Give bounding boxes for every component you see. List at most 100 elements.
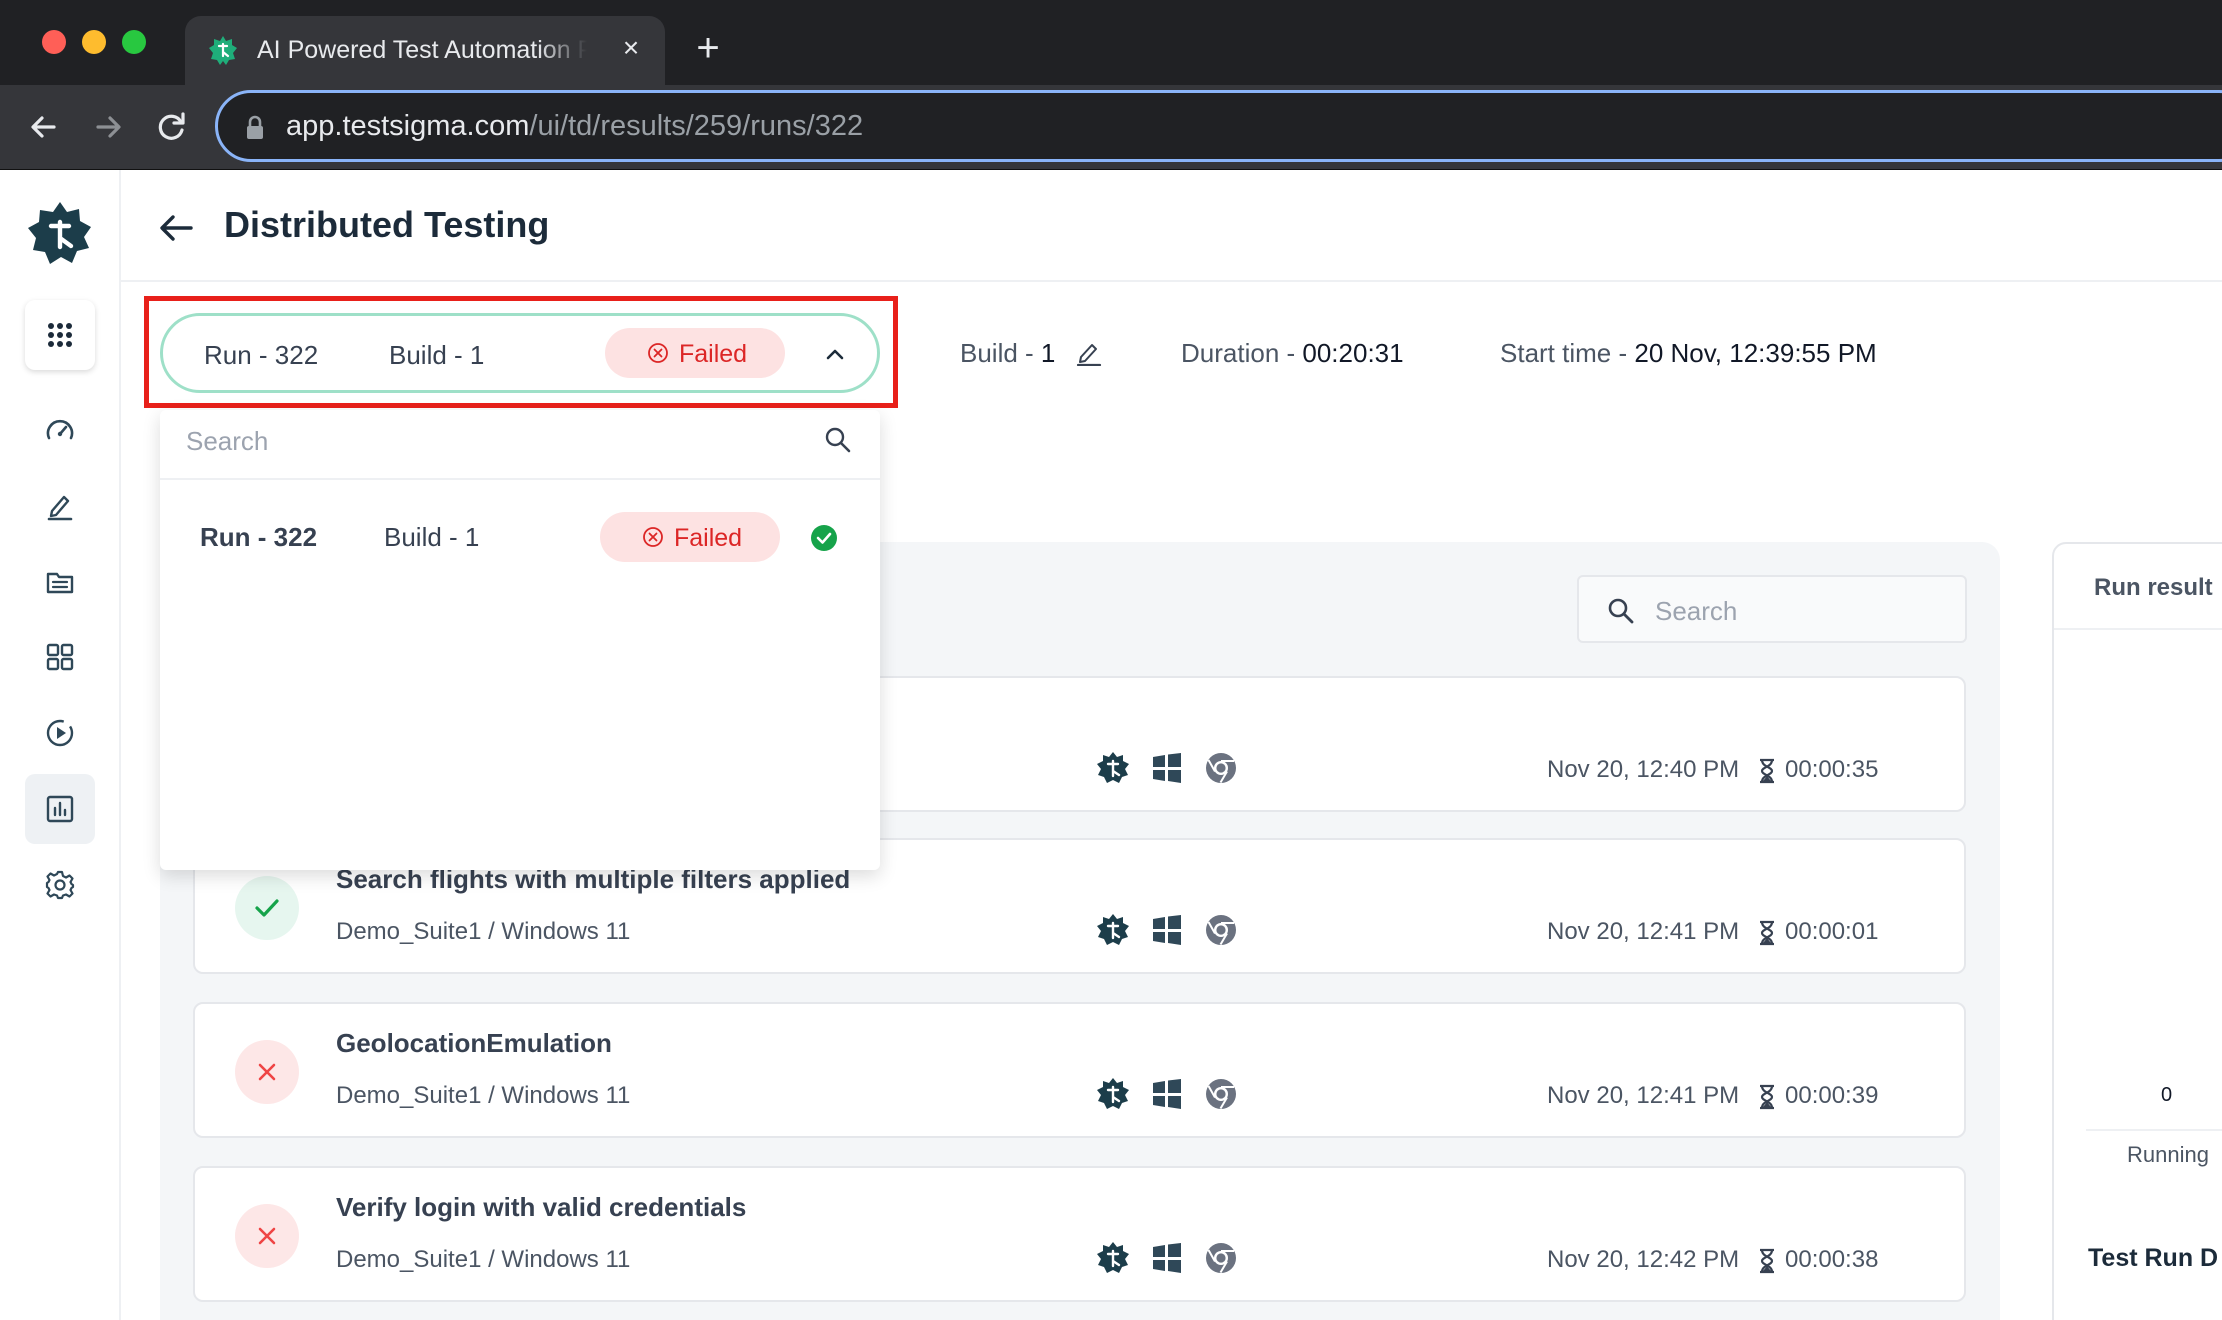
status-failed-badge xyxy=(235,1204,299,1268)
testsigma-favicon-icon xyxy=(209,36,237,65)
test-run-details-title: Test Run D xyxy=(2088,1244,2219,1272)
windows-icon xyxy=(1153,915,1181,945)
lock-icon xyxy=(247,115,263,139)
card-subtitle: Demo_Suite1 / Windows 11 xyxy=(336,1082,631,1109)
card-duration: 00:00:38 xyxy=(1760,1246,1879,1274)
run-play-icon xyxy=(46,719,74,747)
sidebar-item-results[interactable] xyxy=(25,774,95,844)
hourglass-icon xyxy=(1760,1084,1774,1110)
card-duration: 00:00:39 xyxy=(1760,1082,1879,1110)
tab-title: AI Powered Test Automation Platform xyxy=(257,36,587,64)
tab-close-icon[interactable]: × xyxy=(615,32,647,64)
x-icon xyxy=(258,1063,276,1081)
card-platform-icons xyxy=(1095,1076,1255,1112)
edit-build-icon[interactable] xyxy=(1076,340,1102,366)
results-search-placeholder: Search xyxy=(1655,596,1738,626)
browser-forward-icon[interactable] xyxy=(86,105,130,149)
card-title[interactable]: GeolocationEmulation xyxy=(336,1028,612,1059)
card-date: Nov 20, 12:40 PM xyxy=(1547,756,1740,783)
sidebar-item-authoring[interactable] xyxy=(25,471,95,541)
selected-check-icon xyxy=(811,525,837,551)
chrome-icon xyxy=(1206,753,1236,784)
status-passed-badge xyxy=(235,876,299,940)
app-sidebar xyxy=(0,170,121,1320)
testsigma-logo-icon[interactable] xyxy=(26,200,94,268)
browser-reload-icon[interactable] xyxy=(150,105,194,149)
card-duration-value: 00:00:39 xyxy=(1785,1082,1879,1109)
browser-toolbar: app.testsigma.com/ui/td/results/259/runs… xyxy=(0,85,2222,170)
card-title[interactable]: Verify login with valid credentials xyxy=(336,1192,746,1223)
meta-duration-value: 00:20:31 xyxy=(1302,338,1404,368)
meta-build-label: Build - xyxy=(960,338,1041,368)
divider xyxy=(2086,1129,2222,1131)
result-card[interactable]: Verify login with valid credentials Demo… xyxy=(193,1166,1966,1302)
hourglass-icon xyxy=(1760,1248,1774,1274)
sidebar-item-settings[interactable] xyxy=(25,850,95,920)
run-result-panel: Run result 0 Running Test Run D xyxy=(2052,542,2222,1320)
option-run: Run - 322 xyxy=(200,522,318,552)
card-date: Nov 20, 12:41 PM xyxy=(1547,918,1740,945)
dashboard-gauge-icon xyxy=(46,419,74,440)
results-search-input[interactable]: Search xyxy=(1577,575,1967,643)
meta-start-label: Start time - xyxy=(1500,338,1635,368)
hourglass-icon xyxy=(1760,758,1774,784)
sidebar-item-test-data[interactable] xyxy=(25,547,95,617)
browser-tab-active[interactable]: AI Powered Test Automation Platform × xyxy=(185,16,665,85)
windows-icon xyxy=(1153,1243,1181,1273)
modules-grid-icon xyxy=(46,643,74,671)
meta-build-value: 1 xyxy=(1040,338,1056,368)
windows-icon xyxy=(1153,753,1181,783)
meta-start-time: Start time - 20 Nov, 12:39:55 PM xyxy=(1500,338,1877,369)
meta-start-value: 20 Nov, 12:39:55 PM xyxy=(1634,338,1877,368)
x-icon xyxy=(258,1227,276,1245)
url-host: app.testsigma.com xyxy=(286,110,530,142)
card-platform-icons xyxy=(1095,750,1255,786)
back-arrow-icon[interactable] xyxy=(157,208,197,248)
page-header: Distributed Testing xyxy=(121,170,2222,282)
sidebar-item-dashboard[interactable] xyxy=(25,396,95,466)
windows-icon xyxy=(1153,1079,1181,1109)
status-text: Failed xyxy=(674,524,743,552)
dropdown-search-input[interactable]: Search xyxy=(160,410,880,480)
sidebar-item-modules[interactable] xyxy=(25,622,95,692)
window-maximize-dot[interactable] xyxy=(122,30,146,54)
meta-duration-label: Duration - xyxy=(1181,338,1303,368)
window-minimize-dot[interactable] xyxy=(82,30,106,54)
folder-list-icon xyxy=(46,572,74,594)
chrome-icon xyxy=(1206,1079,1236,1110)
status-failed-badge xyxy=(235,1040,299,1104)
running-label: Running xyxy=(2127,1142,2209,1167)
card-duration: 00:00:01 xyxy=(1760,918,1878,946)
dropdown-search-placeholder: Search xyxy=(186,426,269,456)
divider xyxy=(2054,628,2222,630)
check-icon xyxy=(255,899,279,917)
card-duration: 00:00:35 xyxy=(1760,756,1878,784)
hourglass-icon xyxy=(1760,920,1774,946)
sidebar-item-apps[interactable] xyxy=(25,300,95,370)
card-subtitle: Demo_Suite1 / Windows 11 xyxy=(336,918,631,945)
run-dropdown-menu: Search Run - 322 Build - 1 Failed xyxy=(160,410,880,870)
window-close-dot[interactable] xyxy=(42,30,66,54)
meta-duration: Duration - 00:20:31 xyxy=(1181,338,1404,369)
address-url: app.testsigma.com/ui/td/results/259/runs… xyxy=(286,110,863,143)
meta-build: Build - 1 xyxy=(960,338,1055,369)
testsigma-agent-icon xyxy=(1097,1242,1129,1273)
card-duration-value: 00:00:38 xyxy=(1785,1246,1879,1273)
address-bar[interactable]: app.testsigma.com/ui/td/results/259/runs… xyxy=(215,90,2222,162)
dropdown-run-option[interactable]: Run - 322 Build - 1 Failed xyxy=(160,496,880,576)
testsigma-agent-icon xyxy=(1097,914,1129,945)
card-platform-icons xyxy=(1095,1240,1255,1276)
search-icon xyxy=(825,427,851,453)
page-title: Distributed Testing xyxy=(224,204,550,245)
card-subtitle: Demo_Suite1 / Windows 11 xyxy=(336,1246,631,1273)
chrome-icon xyxy=(1206,1243,1236,1274)
testsigma-agent-icon xyxy=(1097,752,1129,783)
card-platform-icons xyxy=(1095,912,1255,948)
new-tab-icon[interactable]: + xyxy=(690,28,726,68)
sidebar-item-runs[interactable] xyxy=(25,698,95,768)
result-card[interactable]: GeolocationEmulation Demo_Suite1 / Windo… xyxy=(193,1002,1966,1138)
x-circle-icon xyxy=(643,527,663,547)
option-build: Build - 1 xyxy=(384,522,480,552)
url-path: /ui/td/results/259/runs/322 xyxy=(529,110,864,142)
browser-back-icon[interactable] xyxy=(22,105,66,149)
